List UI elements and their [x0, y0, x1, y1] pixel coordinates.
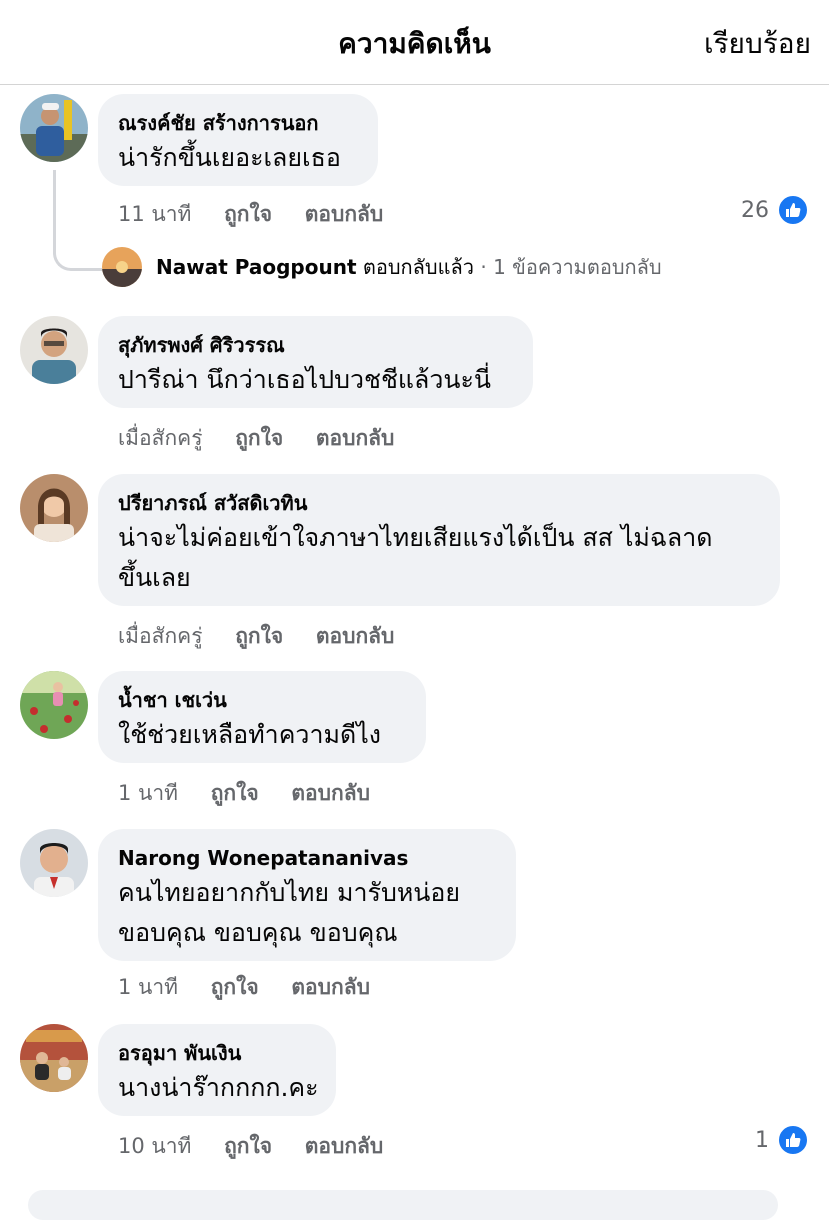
comment-meta: 1 นาที ถูกใจ ตอบกลับ: [118, 777, 396, 810]
reply-button[interactable]: ตอบกลับ: [305, 202, 384, 226]
comment-time: 10 นาที: [118, 1134, 192, 1158]
done-button[interactable]: เรียบร้อย: [704, 22, 811, 66]
reply-button[interactable]: ตอบกลับ: [305, 1134, 384, 1158]
reply-button[interactable]: ตอบกลับ: [291, 975, 370, 999]
comment-meta: เมื่อสักครู่ ถูกใจ ตอบกลับ: [118, 422, 420, 455]
comment-author[interactable]: สุภัทรพงศ์ ศิริวรรณ: [118, 332, 511, 358]
reply-author: Nawat Paogpount: [156, 255, 357, 279]
thumbs-up-icon: [777, 194, 809, 226]
comment-text: ปารีณ่า นึกว่าเธอไปบวชชีแล้วนะนี่: [118, 365, 491, 394]
like-button[interactable]: ถูกใจ: [235, 426, 283, 450]
like-button[interactable]: ถูกใจ: [211, 975, 259, 999]
view-replies-link[interactable]: Nawat Paogpount ตอบกลับแล้ว · 1 ข้อความต…: [102, 247, 662, 287]
reaction-count[interactable]: 1: [755, 1124, 809, 1156]
comment-text: น่ารักขึ้นเยอะเลยเธอ: [118, 143, 341, 172]
reaction-count-value: 1: [755, 1127, 769, 1153]
comment-text: น่าจะไม่ค่อยเข้าใจภาษาไทยเสียแรงได้เป็น …: [118, 523, 713, 552]
thumbs-up-icon: [777, 1124, 809, 1156]
thread-connector: [53, 170, 102, 271]
comment-text: คนไทยอยากกับไทย มารับหน่อย: [118, 878, 461, 907]
comment-bubble: ณรงค์ชัย สร้างการนอก น่ารักขึ้นเยอะเลยเธ…: [98, 94, 378, 186]
comment-meta: 10 นาที ถูกใจ ตอบกลับ: [118, 1130, 409, 1163]
like-button[interactable]: ถูกใจ: [224, 1134, 272, 1158]
comment-time: 11 นาที: [118, 202, 192, 226]
comment-bubble: ปรียาภรณ์ สวัสดิเวทิน น่าจะไม่ค่อยเข้าใจ…: [98, 474, 780, 606]
reply-button[interactable]: ตอบกลับ: [316, 426, 395, 450]
avatar[interactable]: [20, 94, 88, 162]
like-button[interactable]: ถูกใจ: [211, 781, 259, 805]
comment-time: 1 นาที: [118, 975, 179, 999]
comment-meta: 11 นาที ถูกใจ ตอบกลับ: [118, 198, 409, 231]
avatar[interactable]: [20, 671, 88, 739]
comment-text: ขึ้นเลย: [118, 563, 191, 592]
avatar: [102, 247, 142, 287]
like-button[interactable]: ถูกใจ: [224, 202, 272, 226]
comment-bubble: น้ำชา เชเว่น ใช้ช่วยเหลือทำความดีไง: [98, 671, 426, 763]
replies-summary: Nawat Paogpount ตอบกลับแล้ว · 1 ข้อความต…: [156, 251, 662, 283]
avatar[interactable]: [20, 474, 88, 542]
comment-author[interactable]: น้ำชา เชเว่น: [118, 687, 404, 713]
comment-time: เมื่อสักครู่: [118, 426, 203, 450]
comment-composer[interactable]: [28, 1190, 778, 1220]
reaction-count[interactable]: 26: [741, 194, 809, 226]
like-button[interactable]: ถูกใจ: [235, 624, 283, 648]
reply-button[interactable]: ตอบกลับ: [291, 781, 370, 805]
comment-bubble: อรอุมา พันเงิน นางน่าร๊ากกกก.คะ: [98, 1024, 336, 1116]
comment-author[interactable]: ณรงค์ชัย สร้างการนอก: [118, 110, 356, 136]
comment-meta: 1 นาที ถูกใจ ตอบกลับ: [118, 971, 396, 1004]
avatar[interactable]: [20, 316, 88, 384]
comment-author[interactable]: ปรียาภรณ์ สวัสดิเวทิน: [118, 490, 758, 516]
comment-bubble: สุภัทรพงศ์ ศิริวรรณ ปารีณ่า นึกว่าเธอไปบ…: [98, 316, 533, 408]
comment-author[interactable]: อรอุมา พันเงิน: [118, 1040, 314, 1066]
comment-bubble: Narong Wonepatananivas คนไทยอยากกับไทย ม…: [98, 829, 516, 961]
comment-meta: เมื่อสักครู่ ถูกใจ ตอบกลับ: [118, 620, 420, 653]
reaction-count-value: 26: [741, 197, 769, 223]
comment-text: ขอบคุณ ขอบคุณ ขอบคุณ: [118, 918, 398, 947]
avatar[interactable]: [20, 829, 88, 897]
comment-text: นางน่าร๊ากกกก.คะ: [118, 1073, 319, 1102]
avatar[interactable]: [20, 1024, 88, 1092]
reply-count: · 1 ข้อความตอบกลับ: [480, 255, 662, 279]
comment-time: เมื่อสักครู่: [118, 624, 203, 648]
comments-header: ความคิดเห็น เรียบร้อย: [0, 0, 829, 85]
reply-action: ตอบกลับแล้ว: [362, 255, 474, 279]
reply-button[interactable]: ตอบกลับ: [316, 624, 395, 648]
comment-time: 1 นาที: [118, 781, 179, 805]
comment-text: ใช้ช่วยเหลือทำความดีไง: [118, 720, 382, 749]
comment-author[interactable]: Narong Wonepatananivas: [118, 845, 494, 871]
